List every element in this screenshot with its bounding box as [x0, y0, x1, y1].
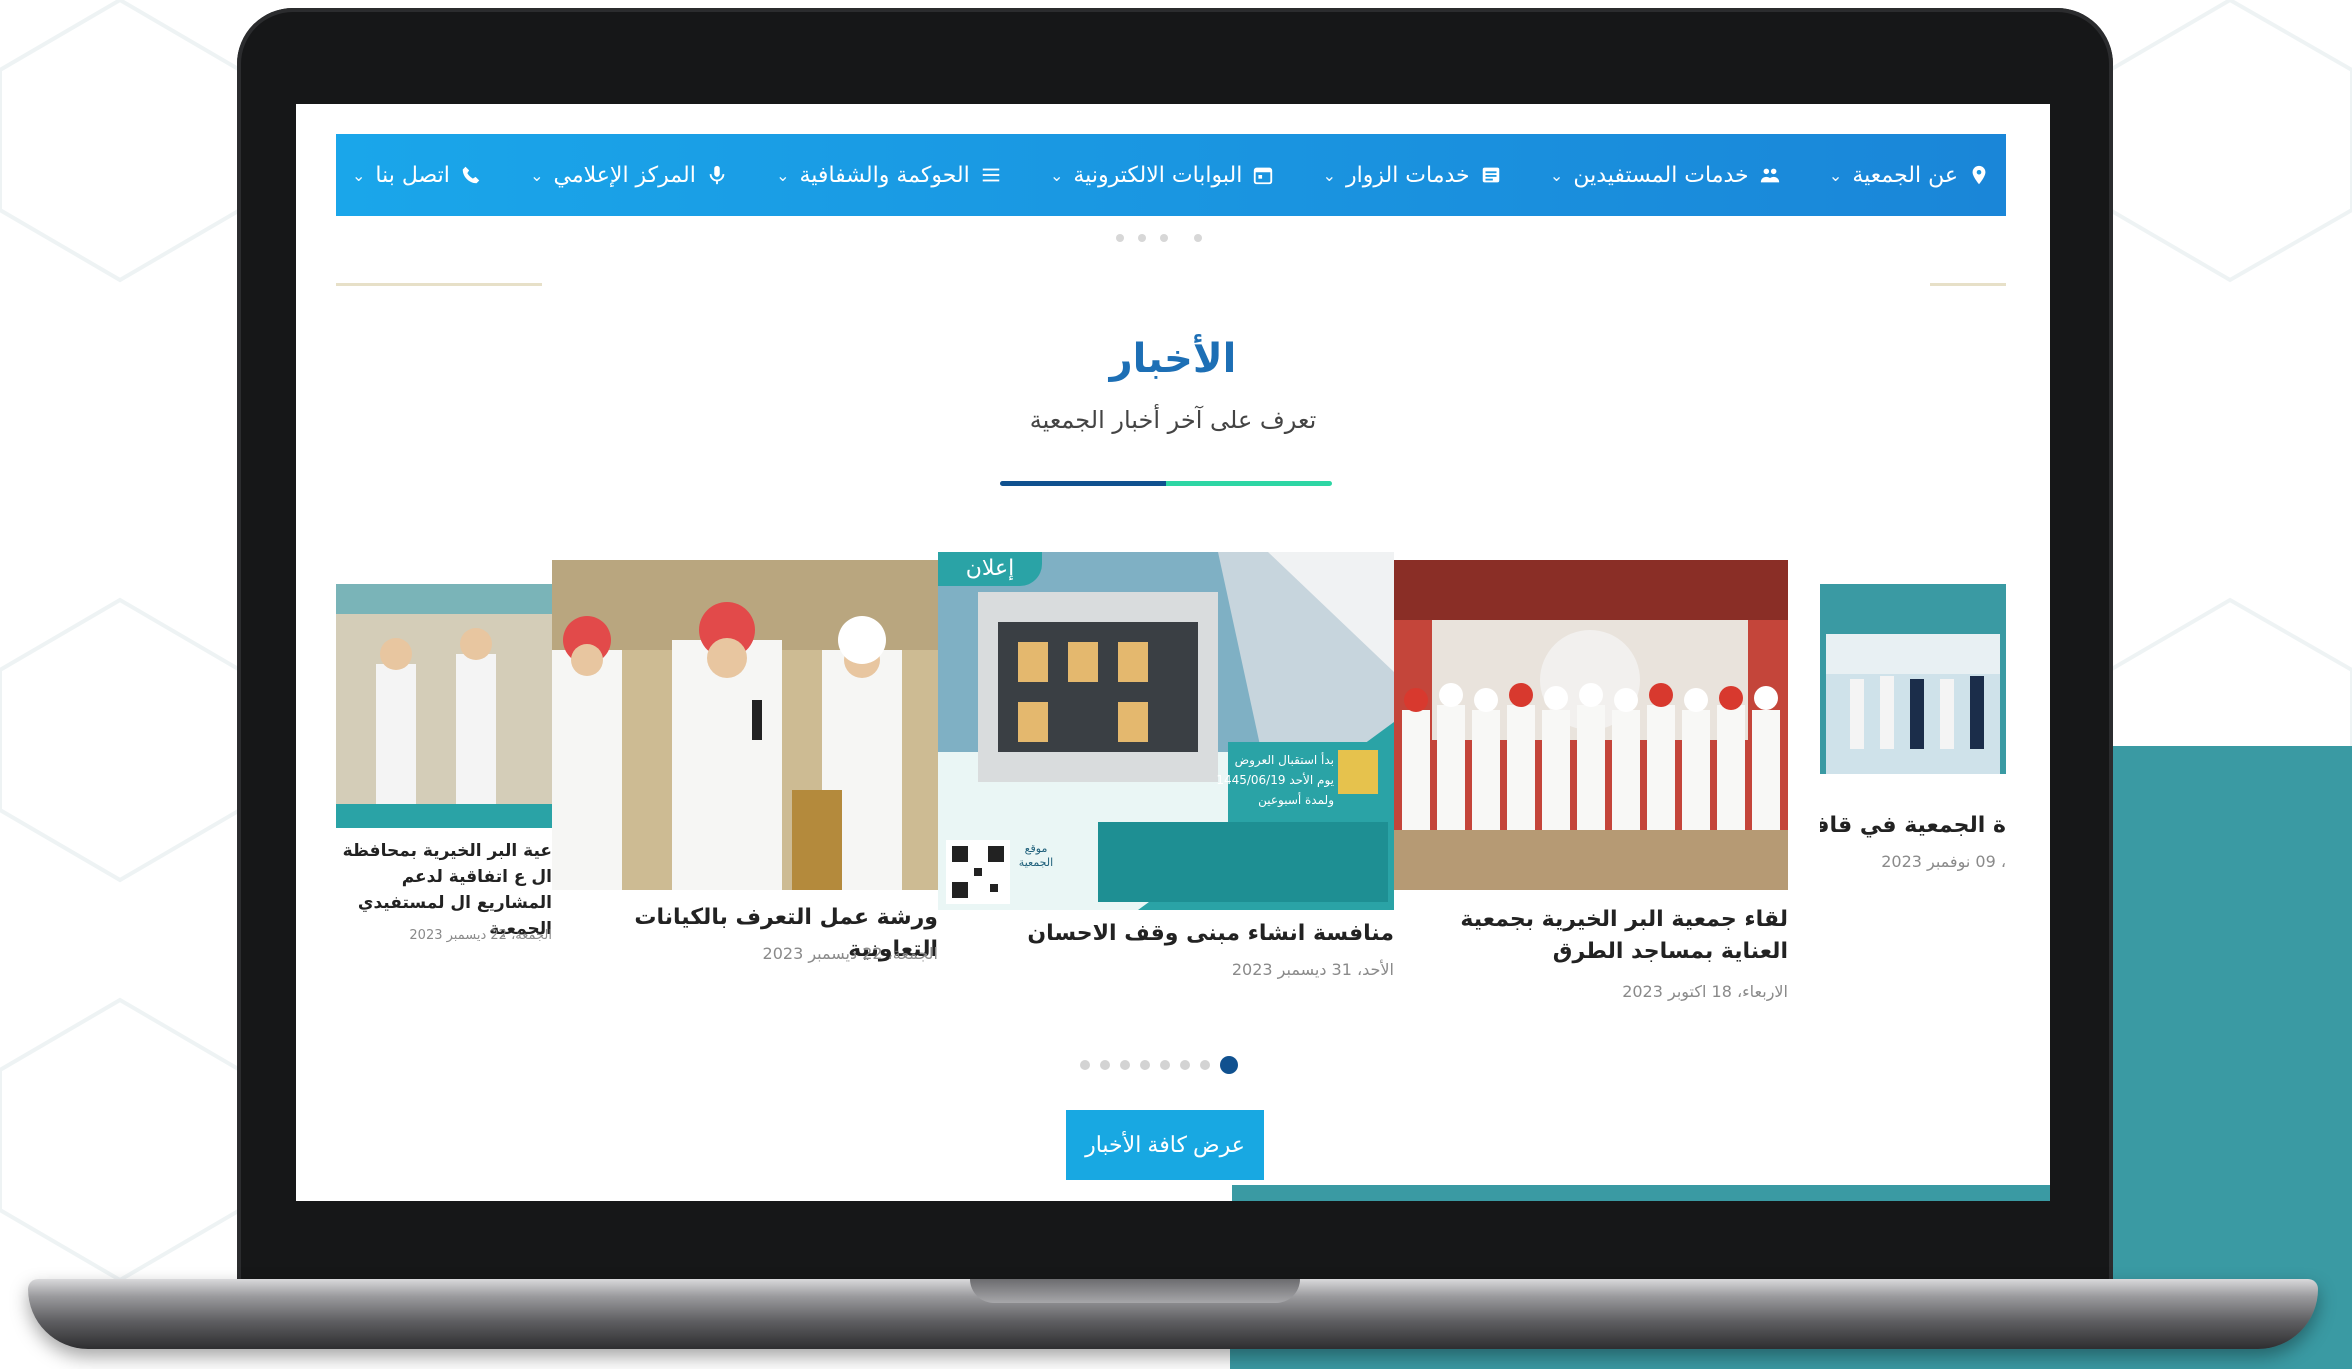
pagination-dot[interactable]: [1138, 234, 1146, 242]
info-pin-icon: [1972, 165, 1986, 185]
nav-item-label: البوابات الالكترونية: [1073, 162, 1243, 188]
chevron-down-icon: ⌄: [1828, 165, 1843, 185]
chevron-down-icon: ⌄: [1322, 165, 1336, 185]
pagination-dot[interactable]: [1180, 1060, 1190, 1070]
flyer-site-label: موقع الجمعية: [1018, 842, 1054, 869]
news-card-image: إعلان بدأ استقبال العروض يوم الأحد 1445/…: [938, 552, 1394, 910]
chevron-down-icon: ⌄: [352, 165, 366, 185]
nav-item-contact[interactable]: اتصل بنا ⌄: [352, 163, 482, 188]
pagination-dot[interactable]: [1194, 234, 1202, 242]
nav-item-e-portals[interactable]: البوابات الالكترونية ⌄: [1050, 163, 1274, 188]
flyer-text: بدأ استقبال العروض يوم الأحد 1445/06/19 …: [1214, 750, 1334, 810]
slider-pagination: [1080, 1056, 1238, 1074]
teal-accent-strip: [1232, 1185, 2050, 1201]
microphone-icon: [709, 165, 725, 185]
chevron-down-icon: ⌄: [776, 165, 790, 185]
news-card[interactable]: ة الجمعية في قافلة نماء ، 09 نوفمبر 2023: [1820, 584, 2006, 871]
nav-item-label: الحوكمة والشفافية: [799, 162, 970, 188]
news-card-title: منافسة انشاء مبنى وقف الاحسان: [1027, 921, 1394, 946]
top-pagination-dots: [1116, 234, 1202, 242]
nav-item-media-center[interactable]: المركز الإعلامي ⌄: [530, 163, 728, 188]
nav-item-label: المركز الإعلامي: [553, 162, 696, 188]
pagination-dot[interactable]: [1200, 1060, 1210, 1070]
chevron-down-icon: ⌄: [1049, 165, 1064, 185]
title-underline: [1000, 481, 1332, 486]
pagination-dot[interactable]: [1120, 1060, 1130, 1070]
news-card-title: عية البر الخيرية بمحافظة ال ع اتفاقية لد…: [342, 841, 552, 939]
news-card[interactable]: عية البر الخيرية بمحافظة ال ع اتفاقية لد…: [336, 584, 552, 984]
nav-item-label: خدمات الزوار: [1346, 162, 1470, 188]
news-card-title: لقاء جمعية البر الخيرية بجمعية العناية ب…: [1460, 907, 1788, 964]
pagination-dot[interactable]: [1100, 1060, 1110, 1070]
menu-icon: [982, 168, 999, 182]
laptop-notch: [970, 1279, 1300, 1303]
nav-item-about[interactable]: عن الجمعية ⌄: [1829, 163, 1990, 188]
news-card-image: [1392, 560, 1788, 890]
news-card-date: الجمعة، 22 ديسمبر 2023: [762, 944, 938, 963]
nav-item-label: اتصل بنا: [375, 162, 450, 188]
announcement-badge: إعلان: [938, 552, 1042, 586]
chevron-down-icon: ⌄: [530, 165, 544, 185]
news-section-title: الأخبار: [1109, 336, 1237, 382]
section-divider: [336, 283, 542, 286]
nav-item-beneficiary-services[interactable]: خدمات المستفيدين ⌄: [1550, 163, 1781, 188]
news-section-subtitle: تعرف على آخر أخبار الجمعية: [1029, 406, 1317, 434]
pagination-dot[interactable]: [1140, 1060, 1150, 1070]
pagination-dot[interactable]: [1116, 234, 1124, 242]
news-card[interactable]: إعلان بدأ استقبال العروض يوم الأحد 1445/…: [938, 552, 1394, 982]
calendar-icon: [1254, 167, 1273, 185]
chevron-down-icon: ⌄: [1549, 165, 1564, 185]
view-all-news-button[interactable]: عرض كافة الأخبار: [1066, 1110, 1264, 1180]
news-card-date: الأحد، 31 ديسمبر 2023: [1231, 960, 1394, 979]
website-screen: عن الجمعية ⌄ خدمات المستفيدين ⌄ خدمات ال…: [296, 104, 2050, 1201]
news-card-image: [336, 584, 552, 828]
pagination-dot[interactable]: [1160, 1060, 1170, 1070]
pagination-dot[interactable]: [1160, 234, 1168, 242]
flyer-line: بدأ استقبال العروض: [1234, 753, 1334, 767]
users-icon: [1760, 168, 1779, 183]
nav-item-label: عن الجمعية: [1852, 162, 1958, 188]
news-card-image: [552, 560, 938, 890]
news-card-image: [1820, 584, 2006, 806]
pagination-dot[interactable]: [1080, 1060, 1090, 1070]
news-card-title: ة الجمعية في قافلة نماء: [1820, 813, 2006, 838]
news-card-date: ، 09 نوفمبر 2023: [1881, 852, 2006, 871]
flyer-line: ولمدة أسبوعين: [1258, 793, 1334, 807]
news-card-date: الجمعة، 22 ديسمبر 2023: [409, 928, 552, 943]
nav-item-governance[interactable]: الحوكمة والشفافية ⌄: [776, 163, 1002, 188]
pagination-dot-active[interactable]: [1220, 1056, 1238, 1074]
phone-icon: [462, 166, 480, 184]
nav-item-label: خدمات المستفيدين: [1573, 162, 1749, 188]
id-card-icon: [1482, 167, 1499, 183]
news-card[interactable]: ورشة عمل التعرف بالكيانات التعاونية الجم…: [552, 560, 938, 974]
news-card-date: الاربعاء، 18 اكتوبر 2023: [1622, 982, 1788, 1001]
nav-item-visitor-services[interactable]: خدمات الزوار ⌄: [1323, 163, 1502, 188]
main-nav: عن الجمعية ⌄ خدمات المستفيدين ⌄ خدمات ال…: [336, 134, 2006, 216]
news-card[interactable]: لقاء جمعية البر الخيرية بجمعية العناية ب…: [1392, 560, 1788, 1001]
section-divider: [1930, 283, 2006, 286]
flyer-line: يوم الأحد 1445/06/19: [1216, 773, 1334, 787]
